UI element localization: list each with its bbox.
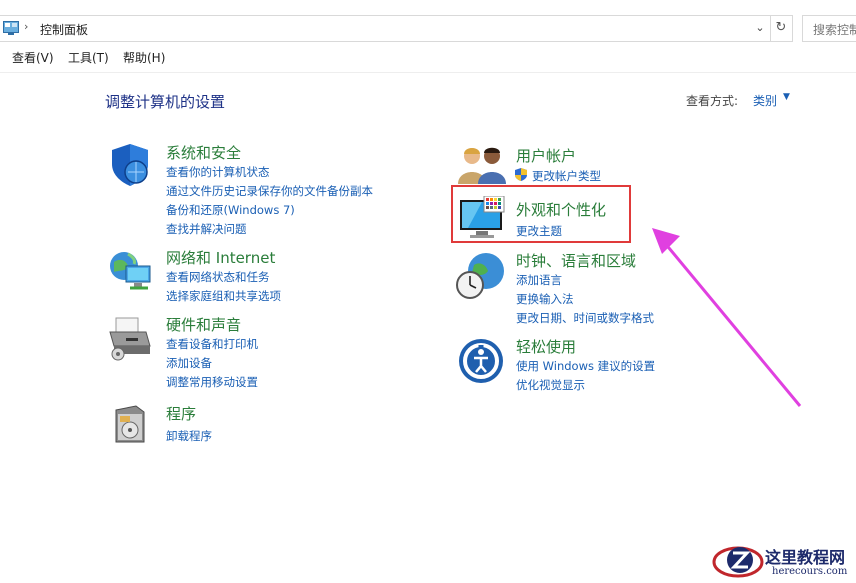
breadcrumb-control-panel[interactable]: 控制面板	[40, 21, 88, 38]
control-panel-icon	[3, 21, 19, 35]
address-bar: › 控制面板 ⌄ ↻ 搜索控制	[0, 15, 856, 42]
watermark-name: 这里教程网	[765, 548, 846, 567]
link-change-date-time-format[interactable]: 更改日期、时间或数字格式	[516, 310, 654, 326]
highlight-box	[451, 185, 631, 243]
caret-down-icon[interactable]: ▼	[783, 92, 790, 102]
link-view-computer-status[interactable]: 查看你的计算机状态	[166, 164, 270, 180]
menu-divider	[0, 72, 856, 73]
page-title: 调整计算机的设置	[105, 93, 226, 111]
link-change-input-method[interactable]: 更换输入法	[516, 291, 574, 307]
view-by-dropdown[interactable]: 类别	[753, 92, 777, 109]
link-homegroup-sharing[interactable]: 选择家庭组和共享选项	[166, 288, 281, 304]
chevron-down-icon[interactable]: ⌄	[753, 21, 767, 35]
search-placeholder: 搜索控制	[813, 23, 856, 37]
category-title-clock-region[interactable]: 时钟、语言和区域	[516, 250, 636, 271]
category-title-user-accounts[interactable]: 用户帐户	[516, 145, 576, 166]
user-accounts-icon[interactable]	[458, 144, 506, 184]
clock-globe-icon[interactable]	[456, 251, 506, 301]
breadcrumb-separator-icon: ›	[24, 20, 29, 33]
menu-tools[interactable]: 工具(T)	[68, 49, 109, 66]
category-title-ease-access[interactable]: 轻松使用	[516, 336, 576, 357]
programs-icon[interactable]	[110, 402, 150, 446]
category-title-system-security[interactable]: 系统和安全	[166, 142, 241, 163]
link-backup-restore[interactable]: 备份和还原(Windows 7)	[166, 202, 295, 218]
annotation-arrow-icon	[652, 228, 802, 407]
watermark-url: herecours.com	[772, 566, 848, 577]
category-title-programs[interactable]: 程序	[166, 403, 196, 424]
link-devices-printers[interactable]: 查看设备和打印机	[166, 336, 258, 352]
refresh-button[interactable]: ↻	[770, 15, 793, 42]
link-change-account-type[interactable]: 更改帐户类型	[532, 168, 601, 184]
printer-icon[interactable]	[106, 314, 154, 362]
link-troubleshoot[interactable]: 查找并解决问题	[166, 221, 247, 237]
link-network-status[interactable]: 查看网络状态和任务	[166, 269, 270, 285]
link-uninstall-program[interactable]: 卸载程序	[166, 428, 212, 444]
link-add-language[interactable]: 添加语言	[516, 272, 562, 288]
link-windows-recommended-settings[interactable]: 使用 Windows 建议的设置	[516, 358, 655, 374]
link-optimize-visual-display[interactable]: 优化视觉显示	[516, 377, 585, 393]
search-input[interactable]: 搜索控制	[802, 15, 856, 42]
refresh-icon: ↻	[775, 20, 787, 35]
address-field[interactable]: › 控制面板 ⌄	[0, 15, 771, 42]
menu-help[interactable]: 帮助(H)	[123, 49, 165, 66]
ease-of-access-icon[interactable]	[458, 338, 504, 384]
uac-shield-icon	[515, 168, 527, 181]
category-title-network[interactable]: 网络和 Internet	[166, 247, 275, 268]
link-mobility-settings[interactable]: 调整常用移动设置	[166, 374, 258, 390]
link-file-history-backup[interactable]: 通过文件历史记录保存你的文件备份副本	[166, 183, 373, 199]
link-add-device[interactable]: 添加设备	[166, 355, 212, 371]
category-title-hardware[interactable]: 硬件和声音	[166, 314, 241, 335]
view-by-label: 查看方式:	[686, 94, 739, 108]
watermark-logo-icon	[712, 546, 764, 578]
menu-view[interactable]: 查看(V)	[12, 49, 54, 66]
network-globe-icon[interactable]	[106, 246, 154, 294]
shield-icon[interactable]	[106, 140, 154, 188]
